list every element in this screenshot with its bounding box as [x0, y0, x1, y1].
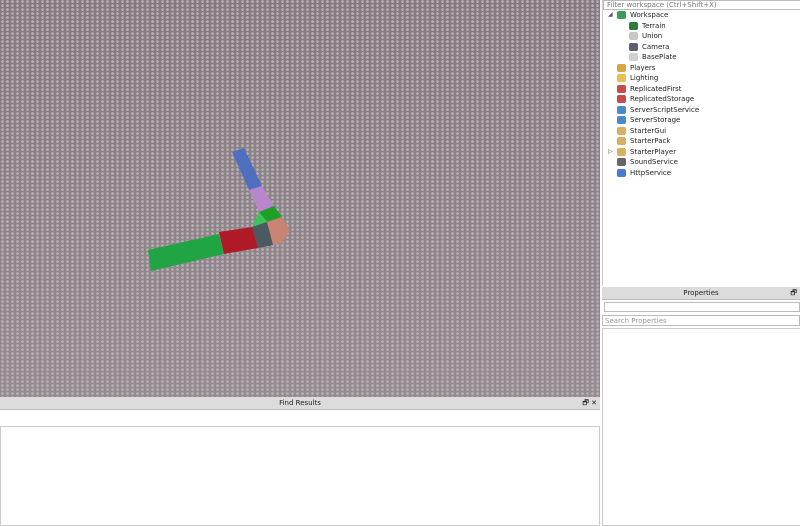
- tree-item-label: Players: [630, 63, 656, 72]
- tree-item-label: ServerStorage: [630, 116, 681, 124]
- sound-service-icon: [617, 158, 626, 166]
- terrain-icon: [629, 21, 638, 30]
- tree-item-label: SoundService: [630, 158, 678, 166]
- float-icon[interactable]: 🗗: [790, 287, 797, 300]
- find-results-body: [0, 426, 600, 526]
- float-icon[interactable]: 🗗: [582, 399, 589, 407]
- explorer-panel: Filter workspace (Ctrl+Shift+X) ◢ Workspa…: [602, 0, 800, 286]
- tree-item-baseplate[interactable]: BasePlate: [629, 52, 677, 62]
- tree-item-label: StarterPack: [630, 137, 671, 145]
- tree-item-workspace[interactable]: Workspace: [617, 10, 668, 20]
- collapse-arrow-icon[interactable]: ◢: [608, 11, 613, 18]
- starter-gui-icon: [617, 126, 626, 135]
- properties-title: Properties: [683, 289, 719, 297]
- tree-item-label: Terrain: [642, 21, 666, 30]
- part-red[interactable]: [219, 227, 258, 254]
- explorer-filter-input[interactable]: Filter workspace (Ctrl+Shift+X): [603, 0, 800, 10]
- tree-item-httpservice[interactable]: HttpService: [617, 168, 671, 178]
- part-green-long[interactable]: [148, 234, 224, 271]
- tree-item-replicatedstorage[interactable]: ReplicatedStorage: [617, 94, 694, 104]
- http-service-icon: [617, 168, 626, 177]
- tree-item-label: ReplicatedFirst: [630, 84, 682, 93]
- part-blue[interactable]: [232, 148, 262, 190]
- tree-item-starterplayer[interactable]: StarterPlayer: [617, 147, 676, 157]
- tree-item-players[interactable]: Players: [617, 63, 655, 73]
- model-parts: [148, 148, 290, 271]
- tree-item-camera[interactable]: Camera: [629, 42, 669, 52]
- tree-item-replicatedfirst[interactable]: ReplicatedFirst: [617, 84, 682, 94]
- tree-item-terrain[interactable]: Terrain: [629, 21, 666, 31]
- union-icon: [629, 32, 638, 40]
- tree-item-label: Union: [642, 32, 663, 40]
- properties-list: [602, 328, 800, 526]
- tree-item-serverscriptservice[interactable]: ServerScriptService: [617, 105, 699, 115]
- tree-item-label: StarterGui: [630, 126, 667, 135]
- server-script-service-icon: [617, 105, 626, 114]
- tree-item-startergui[interactable]: StarterGui: [617, 126, 666, 136]
- 3d-viewport[interactable]: [0, 0, 600, 397]
- tree-item-union[interactable]: Union: [629, 31, 662, 41]
- tree-item-label: BasePlate: [642, 53, 677, 61]
- tree-item-soundservice[interactable]: SoundService: [617, 157, 678, 167]
- search-properties-input[interactable]: Search Properties: [602, 315, 800, 326]
- tree-item-label: StarterPlayer: [630, 147, 677, 156]
- starter-pack-icon: [617, 137, 626, 145]
- tree-item-lighting[interactable]: Lighting: [617, 73, 658, 83]
- part-icon: [629, 53, 638, 61]
- expand-arrow-icon[interactable]: ▷: [608, 148, 613, 155]
- tree-item-label: Lighting: [630, 74, 659, 82]
- camera-icon: [629, 42, 638, 51]
- server-storage-icon: [617, 116, 626, 124]
- tree-item-label: Workspace: [630, 11, 669, 19]
- replicated-first-icon: [617, 84, 626, 93]
- find-results-header: Find Results 🗗 ✕: [0, 397, 600, 410]
- find-results-controls: 🗗 ✕: [582, 397, 597, 410]
- close-icon[interactable]: ✕: [591, 399, 597, 407]
- properties-header: Properties 🗗: [602, 287, 800, 300]
- workspace-icon: [617, 11, 626, 19]
- players-icon: [617, 63, 626, 72]
- tree-item-starterpack[interactable]: StarterPack: [617, 136, 670, 146]
- find-results-title: Find Results: [279, 399, 321, 407]
- tree-item-label: ReplicatedStorage: [630, 95, 695, 103]
- tree-item-label: ServerScriptService: [630, 105, 700, 114]
- tree-item-label: HttpService: [630, 168, 672, 177]
- properties-object-field[interactable]: [604, 302, 800, 312]
- tree-item-label: Camera: [642, 42, 670, 51]
- starter-player-icon: [617, 147, 626, 156]
- tree-item-serverstorage[interactable]: ServerStorage: [617, 115, 680, 125]
- replicated-storage-icon: [617, 95, 626, 103]
- lighting-icon: [617, 74, 626, 82]
